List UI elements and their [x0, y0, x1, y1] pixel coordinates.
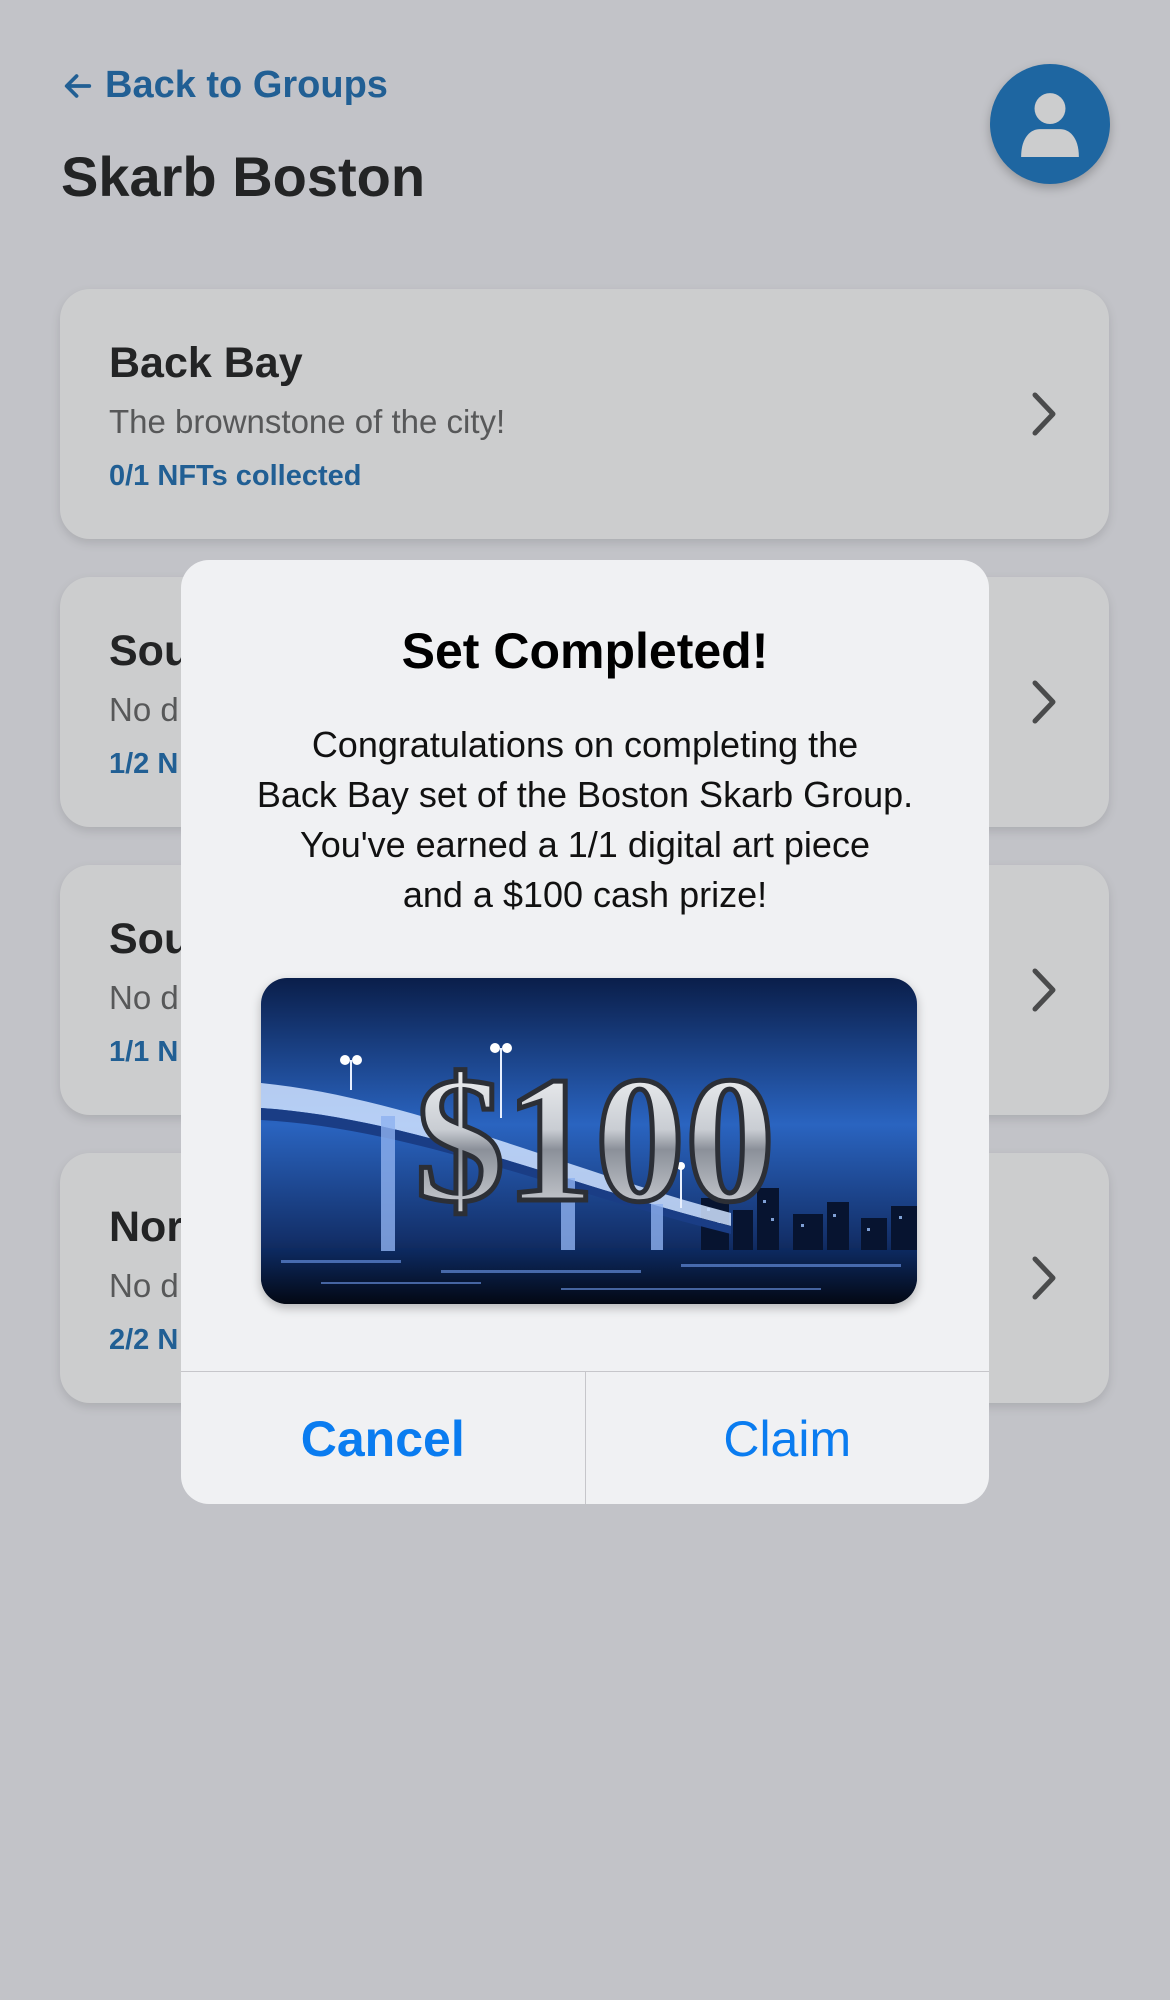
alert-message-line: Back Bay set of the Boston Skarb Group. — [256, 774, 914, 815]
alert-message: Congratulations on completing the Back B… — [221, 720, 949, 920]
prize-image: $100 — [261, 978, 917, 1304]
alert-message-line: Congratulations on completing the — [311, 724, 859, 765]
prize-amount-text: $100 — [415, 1040, 775, 1239]
cancel-button[interactable]: Cancel — [181, 1372, 586, 1504]
alert-message-line: and a $100 cash prize! — [402, 874, 768, 915]
alert-title: Set Completed! — [401, 623, 769, 679]
claim-button[interactable]: Claim — [586, 1372, 990, 1504]
alert-message-line: You've earned a 1/1 digital art piece — [300, 824, 870, 865]
alert-button-row: Cancel Claim — [181, 1371, 989, 1504]
set-completed-alert: Set Completed! Congratulations on comple… — [181, 560, 989, 1504]
